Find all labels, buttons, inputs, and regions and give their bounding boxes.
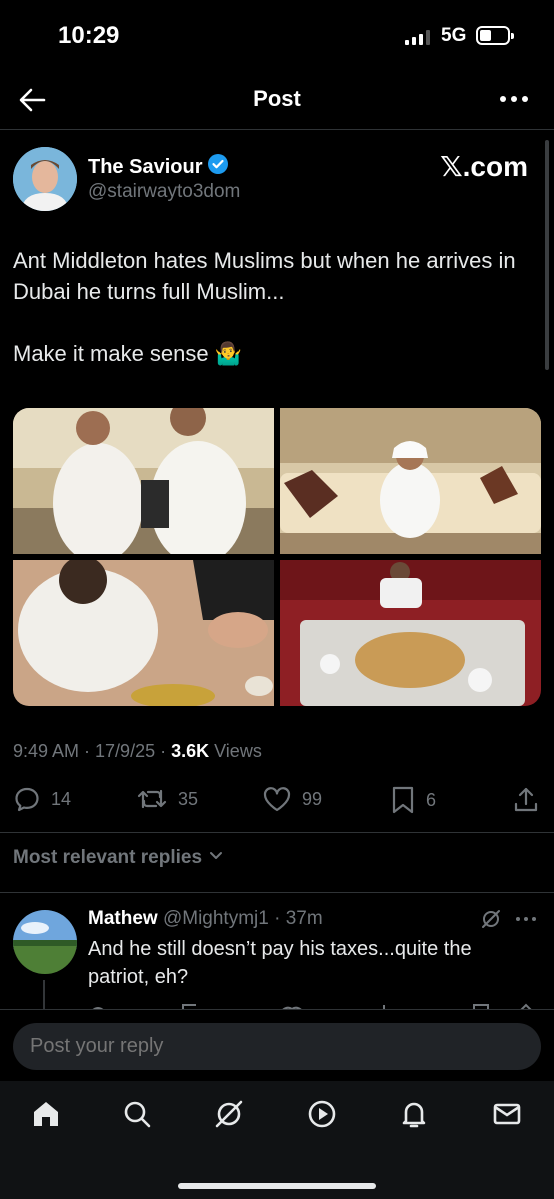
scrollbar[interactable] xyxy=(545,140,549,370)
post-text-line: Make it make sense 🤷‍♂️ xyxy=(13,341,243,366)
post-photo-3[interactable] xyxy=(13,560,274,706)
replies-sort-label[interactable]: Most relevant replies xyxy=(13,847,202,869)
author-handle[interactable]: @stairwayto3dom xyxy=(88,181,240,203)
views-count: 3.6K xyxy=(171,741,210,761)
post-text: Ant Middleton hates Muslims but when he … xyxy=(13,245,533,400)
bottom-tab-bar xyxy=(0,1081,554,1199)
post-text-line: Ant Middleton hates Muslims but when he … xyxy=(13,248,516,304)
reply-handle-time: @Mightymj1 · 37m xyxy=(157,908,323,929)
replies-sort-dropdown[interactable]: Most relevant replies xyxy=(13,847,224,869)
search-icon[interactable] xyxy=(120,1097,154,1131)
post-photo-1[interactable] xyxy=(13,408,274,554)
post-photo-2[interactable] xyxy=(280,408,541,554)
top-nav: Post xyxy=(0,72,554,130)
home-icon[interactable] xyxy=(29,1097,63,1131)
post-photo-4[interactable] xyxy=(280,560,541,706)
share-button[interactable] xyxy=(512,785,540,815)
status-bar: 10:29 5G xyxy=(0,0,554,72)
like-count: 99 xyxy=(302,788,323,809)
views-label: Views xyxy=(209,741,262,761)
chevron-down-icon xyxy=(208,847,224,869)
reply-author-name[interactable]: Mathew xyxy=(88,908,158,929)
share-icon xyxy=(512,785,540,815)
post-time-date: 9:49 AM · 17/9/25 · xyxy=(13,741,172,761)
bookmark-icon xyxy=(390,785,416,815)
replies-divider xyxy=(0,892,554,893)
bookmark-button[interactable]: 6 xyxy=(390,785,436,815)
verified-badge-icon xyxy=(207,153,229,181)
avatar[interactable] xyxy=(13,147,77,211)
reply-header-icons xyxy=(480,908,538,935)
repost-button[interactable]: 35 xyxy=(136,785,198,813)
author-name[interactable]: The Saviour xyxy=(88,153,229,181)
reply-text: And he still doesn’t pay his taxes...qui… xyxy=(88,938,472,988)
photo-grid xyxy=(13,408,541,706)
author-name-text[interactable]: The Saviour xyxy=(88,156,202,179)
reply-input[interactable] xyxy=(13,1023,541,1070)
post-timestamp: 9:49 AM · 17/9/25 · 3.6K Views xyxy=(13,741,262,762)
repost-icon xyxy=(136,785,168,813)
reply-composer xyxy=(0,1009,554,1081)
messages-envelope-icon[interactable] xyxy=(490,1097,524,1131)
heart-icon xyxy=(262,785,292,813)
repost-count: 35 xyxy=(178,788,199,809)
page-title: Post xyxy=(253,86,301,111)
network-label: 5G xyxy=(441,25,467,46)
actions-divider xyxy=(0,832,554,833)
status-time: 10:29 xyxy=(58,22,120,49)
video-icon[interactable] xyxy=(305,1097,339,1131)
like-button[interactable]: 99 xyxy=(262,785,322,813)
bookmark-count: 6 xyxy=(426,789,437,810)
notifications-bell-icon[interactable] xyxy=(397,1097,431,1131)
reply-more-icon[interactable] xyxy=(514,908,538,935)
signal-icon xyxy=(405,30,430,45)
reply-icon xyxy=(13,785,41,813)
grok-icon[interactable] xyxy=(480,908,502,935)
battery-icon xyxy=(476,26,514,45)
reply-avatar[interactable] xyxy=(13,910,77,974)
home-indicator xyxy=(178,1183,376,1189)
reply-button[interactable]: 14 xyxy=(13,785,71,813)
reply-count: 14 xyxy=(51,788,72,809)
watermark-logo: 𝕏.com xyxy=(440,151,528,182)
more-options-icon[interactable] xyxy=(496,84,532,114)
header-divider xyxy=(0,129,554,130)
grok-icon[interactable] xyxy=(212,1097,246,1131)
reply-header: Mathew @Mightymj1 · 37m xyxy=(88,908,323,930)
